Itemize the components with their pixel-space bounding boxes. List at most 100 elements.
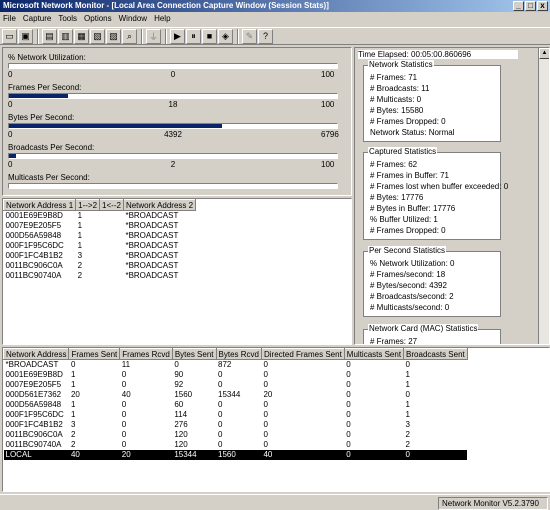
column-header-bytes-sent[interactable]: Bytes Sent — [171, 348, 217, 360]
table-row[interactable]: 0011BC906C0A 2 *BROADCAST — [4, 261, 196, 271]
table-row[interactable]: 0011BC90740A 2 0 120 0 0 0 2 — [4, 440, 468, 450]
pane-icon-1[interactable]: ▤ — [42, 28, 57, 44]
table-cell: 0011BC906C0A — [5, 261, 63, 270]
table-cell: 2 — [77, 271, 83, 280]
menu-window[interactable]: Window — [119, 14, 147, 23]
stat-row: # Frames: 71 — [370, 73, 418, 82]
pane-icon-3[interactable]: ▦ — [74, 28, 89, 44]
table-row[interactable]: 000D561E7362 20 40 1560 15344 20 0 0 — [4, 390, 468, 400]
save-icon[interactable]: ▣ — [18, 28, 33, 44]
column-header-network-address[interactable]: Network Address — [3, 348, 70, 360]
stat-row: # Multicasts/second: 0 — [370, 303, 450, 312]
stat-row: # Bytes/second: 4392 — [370, 281, 447, 290]
table-row[interactable]: 000F1F95C6DC 1 0 114 0 0 0 1 — [4, 410, 468, 420]
table-cell: 0 — [346, 420, 351, 429]
table-cell: 1 — [70, 370, 76, 379]
table-cell: 90 — [174, 370, 184, 379]
table-row[interactable]: 0001E69E9B8D 1 0 90 0 0 0 1 — [4, 370, 468, 380]
edit-icon[interactable]: ✎ — [242, 28, 257, 44]
table-row[interactable]: 0007E9E205F5 1 *BROADCAST — [4, 221, 196, 231]
close-button[interactable]: x — [537, 1, 548, 11]
table-cell: 0 — [263, 380, 268, 389]
graph-pane: % Network Utilization: 0 0 100 Frames Per Se… — [2, 47, 352, 196]
group-title: Network Statistics — [368, 60, 434, 69]
table-row[interactable]: 000D56A59848 1 0 60 0 0 0 1 — [4, 400, 468, 410]
stop-view-icon[interactable]: ◈ — [218, 28, 233, 44]
menu-tools[interactable]: Tools — [58, 14, 77, 23]
table-cell: 2 — [405, 440, 410, 449]
table-cell: 000F1FC4B1B2 — [5, 251, 63, 260]
gauge-tick-max: 100 — [321, 100, 335, 109]
table-cell: 15344 — [172, 449, 217, 460]
stat-row: # Frames Dropped: 0 — [370, 117, 446, 126]
session-stats-pane: Network Address 1 1-->2 1<--2 Network Addre… — [2, 198, 352, 345]
menu-file[interactable]: File — [3, 14, 16, 23]
table-cell: *BROADCAST — [125, 261, 179, 270]
table-row[interactable]: 0007E9E205F5 1 0 92 0 0 0 1 — [4, 380, 468, 390]
window-title: Microsoft Network Monitor - [Local Area … — [3, 1, 329, 10]
table-cell: 0 — [263, 440, 268, 449]
gauge-label: Multicasts Per Second: — [8, 173, 90, 182]
stats-scrollbar[interactable]: ▲ — [538, 48, 549, 344]
table-cell: 0 — [346, 430, 351, 439]
table-row[interactable]: 0011BC90740A 2 *BROADCAST — [4, 271, 196, 281]
table-cell: 0001E69E9B8D — [5, 370, 63, 379]
gauge-bar — [8, 153, 338, 159]
find-icon[interactable]: ⌕ — [122, 28, 137, 44]
filter-icon[interactable]: ⏚ — [146, 28, 161, 44]
open-icon[interactable]: ▭ — [2, 28, 17, 44]
column-header-directed-frames-sent[interactable]: Directed Frames Sent — [260, 348, 345, 360]
stat-row: # Multicasts: 0 — [370, 95, 422, 104]
table-cell: 0 — [121, 430, 127, 439]
column-header-bytes-rcvd[interactable]: Bytes Rcvd — [215, 348, 262, 360]
gauge-bar — [8, 63, 338, 69]
column-header-frames-sent[interactable]: Frames Sent — [68, 348, 121, 360]
table-cell: 120 — [174, 430, 188, 439]
table-cell: 1 — [405, 400, 410, 409]
table-row[interactable]: LOCAL 40 20 15344 1560 40 0 0 — [3, 449, 468, 460]
column-header-multicasts-sent[interactable]: Multicasts Sent — [343, 348, 405, 360]
stat-row: % Buffer Utilized: 1 — [370, 215, 438, 224]
total-stats-pane: Time Elapsed: 00:05:00.860696 Network St… — [354, 47, 550, 345]
pause-icon[interactable]: ⏸ — [186, 28, 201, 44]
table-cell: 0011BC906C0A — [5, 430, 63, 439]
stop-icon[interactable]: ■ — [202, 28, 217, 44]
print-icon[interactable]: ▨ — [106, 28, 121, 44]
column-header-1-2[interactable]: 1<--2 — [99, 199, 124, 211]
start-icon[interactable]: ▶ — [170, 28, 185, 44]
table-row[interactable]: *BROADCAST 0 11 0 872 0 0 0 — [4, 360, 468, 370]
column-header-1-2[interactable]: 1-->2 — [75, 199, 101, 211]
minimize-button[interactable]: _ — [513, 1, 524, 11]
gauge-network-utilization: % Network Utilization: 0 0 100 — [8, 53, 338, 79]
column-header-broadcasts-sent[interactable]: Broadcasts Sent — [403, 348, 468, 360]
column-header-network-address-2[interactable]: Network Address 2 — [122, 199, 197, 211]
table-cell: 0 — [405, 390, 410, 399]
table-row[interactable]: 0001E69E9B8D 1 *BROADCAST — [4, 211, 196, 221]
table-cell: *BROADCAST — [125, 241, 179, 250]
gauge-bar — [8, 183, 338, 189]
menu-help[interactable]: Help — [154, 14, 170, 23]
table-cell: *BROADCAST — [125, 271, 179, 280]
table-row[interactable]: 000F1F95C6DC 1 *BROADCAST — [4, 241, 196, 251]
maximize-button[interactable]: □ — [525, 1, 536, 11]
toolbar: ▭ ▣ ▤ ▥ ▦ ▧ ▨ ⌕ ⏚ ▶ ⏸ ■ ◈ ✎? — [0, 27, 550, 45]
menu-options[interactable]: Options — [84, 14, 112, 23]
pane-icon-4[interactable]: ▧ — [90, 28, 105, 44]
table-row[interactable]: 000D56A59848 1 *BROADCAST — [4, 231, 196, 241]
scroll-up-icon[interactable]: ▲ — [539, 48, 549, 59]
help-icon[interactable]: ? — [258, 28, 273, 44]
column-header-frames-rcvd[interactable]: Frames Rcvd — [119, 348, 173, 360]
table-row[interactable]: 000F1FC4B1B2 3 *BROADCAST — [4, 251, 196, 261]
table-cell: 000D56A59848 — [5, 231, 62, 240]
group-captured-statistics: Captured Statistics # Frames: 62 # Frames … — [363, 147, 508, 240]
table-cell: 40 — [121, 390, 131, 399]
version-text: Network Monitor V5.2.3790 — [438, 497, 548, 510]
menu-capture[interactable]: Capture — [23, 14, 51, 23]
table-cell: 0 — [121, 400, 127, 409]
table-cell: 0 — [218, 420, 223, 429]
column-header-network-address-1[interactable]: Network Address 1 — [3, 199, 77, 211]
table-row[interactable]: 0011BC906C0A 2 0 120 0 0 0 2 — [4, 430, 468, 440]
table-row[interactable]: 000F1FC4B1B2 3 0 276 0 0 0 3 — [4, 420, 468, 430]
pane-icon-2[interactable]: ▥ — [58, 28, 73, 44]
table-cell: 20 — [119, 449, 173, 460]
